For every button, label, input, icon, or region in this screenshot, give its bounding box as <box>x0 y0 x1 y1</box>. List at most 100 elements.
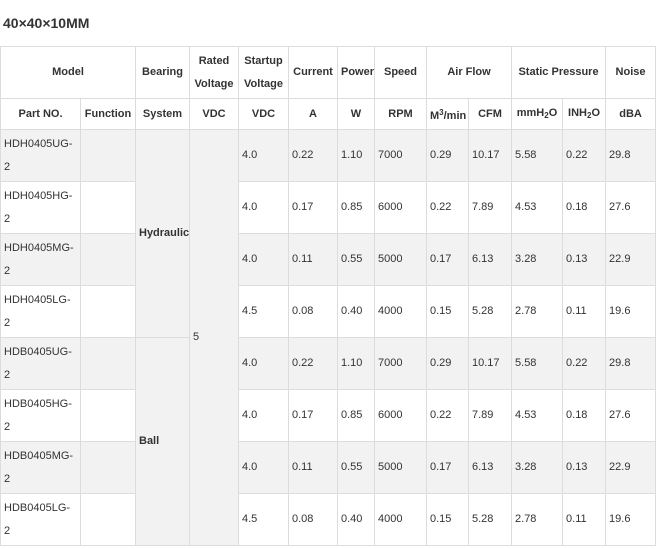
table-row: HDB0405HG- 2 4.0 0.17 0.85 6000 0.22 7.89… <box>0 389 657 442</box>
spec-table: Model Bearing Rated Voltage Startup Volt… <box>0 46 657 546</box>
header-bearing: Bearing <box>135 46 190 99</box>
table-row: HDB0405MG- 2 4.0 0.11 0.55 5000 0.17 6.13… <box>0 441 657 494</box>
cell-airflow-cfm: 6.13 <box>467 233 513 286</box>
header-power: Power <box>337 46 375 99</box>
cell-function <box>80 441 136 494</box>
cell-airflow-m3min: 0.29 <box>426 337 469 390</box>
cell-pressure-mmh2o: 2.78 <box>511 493 564 546</box>
cell-noise: 22.9 <box>605 441 657 494</box>
header-rated-voltage-line1: Rated <box>198 54 230 67</box>
table-row: HDH0405LG- 2 4.5 0.08 0.40 4000 0.15 5.28… <box>0 285 657 338</box>
header-static-pressure: Static Pressure <box>511 46 607 99</box>
cell-speed: 5000 <box>374 233 427 286</box>
cell-startup-voltage: 4.0 <box>238 233 289 286</box>
cell-noise: 19.6 <box>605 285 657 338</box>
table-row: HDH0405MG- 2 4.0 0.11 0.55 5000 0.17 6.13… <box>0 233 657 286</box>
cell-speed: 5000 <box>374 441 427 494</box>
cell-speed: 6000 <box>374 181 427 234</box>
cell-part-no: HDH0405HG- 2 <box>0 181 81 234</box>
cell-current: 0.08 <box>288 493 338 546</box>
header-row-units: Part NO. Function System VDC VDC A W RPM… <box>0 98 657 130</box>
cell-airflow-cfm: 7.89 <box>467 389 513 442</box>
cell-airflow-m3min: 0.17 <box>426 233 469 286</box>
header-air-flow: Air Flow <box>425 46 513 99</box>
header-rated-voltage: Rated Voltage <box>189 46 239 99</box>
header-current: Current <box>288 46 338 99</box>
cell-airflow-cfm: 6.13 <box>467 441 513 494</box>
header-unit-m3min: M3/min <box>426 98 469 130</box>
cell-startup-voltage: 4.0 <box>238 441 289 494</box>
cell-startup-voltage: 4.0 <box>238 129 289 182</box>
cell-speed: 6000 <box>374 389 427 442</box>
cell-startup-voltage: 4.0 <box>238 181 289 234</box>
header-speed: Speed <box>374 46 427 99</box>
header-unit-inh2o: INH2O <box>562 98 607 130</box>
header-function: Function <box>80 98 136 130</box>
cell-part-no: HDB0405MG- 2 <box>0 441 81 494</box>
table-row: HDH0405UG- 2 Hydraulic 5 4.0 0.22 1.10 70… <box>0 129 657 546</box>
table-row: HDB0405UG- 2 Ball 4.0 0.22 1.10 7000 0.29… <box>0 337 657 546</box>
cell-function <box>80 233 136 286</box>
cell-current: 0.17 <box>288 389 338 442</box>
cell-part-no: HDH0405UG- 2 <box>0 129 81 182</box>
cell-power: 0.40 <box>337 285 375 338</box>
cell-power: 1.10 <box>337 129 375 182</box>
table-row: HDH0405HG- 2 4.0 0.17 0.85 6000 0.22 7.89… <box>0 181 657 234</box>
cell-airflow-m3min: 0.29 <box>426 129 469 182</box>
cell-current: 0.22 <box>288 337 338 390</box>
cell-function <box>80 285 136 338</box>
cell-airflow-cfm: 10.17 <box>467 337 513 390</box>
header-startup-voltage: Startup Voltage <box>238 46 289 99</box>
header-unit-vdc-startup: VDC <box>238 98 289 130</box>
cell-noise: 29.8 <box>605 129 657 182</box>
header-unit-mmh2o: mmH2O <box>511 98 564 130</box>
cell-pressure-inh2o: 0.13 <box>562 233 607 286</box>
cell-pressure-inh2o: 0.11 <box>562 285 607 338</box>
cell-airflow-cfm: 5.28 <box>467 493 513 546</box>
cell-function <box>80 129 136 182</box>
cell-noise: 19.6 <box>605 493 657 546</box>
cell-current: 0.11 <box>288 233 338 286</box>
cell-function <box>80 181 136 234</box>
cell-pressure-inh2o: 0.11 <box>562 493 607 546</box>
header-unit-vdc-rated: VDC <box>189 98 239 130</box>
cell-speed: 7000 <box>374 129 427 182</box>
header-startup-voltage-line2: Voltage <box>244 77 283 90</box>
cell-rated-voltage: 5 <box>189 129 239 546</box>
cell-airflow-m3min: 0.22 <box>426 181 469 234</box>
header-unit-cfm: CFM <box>467 98 513 130</box>
cell-pressure-mmh2o: 5.58 <box>511 337 564 390</box>
cell-pressure-mmh2o: 3.28 <box>511 441 564 494</box>
cell-function <box>80 493 136 546</box>
cell-noise: 29.8 <box>605 337 657 390</box>
header-model: Model <box>0 46 136 99</box>
cell-startup-voltage: 4.5 <box>238 285 289 338</box>
header-noise: Noise <box>605 46 657 99</box>
cell-startup-voltage: 4.0 <box>238 337 289 390</box>
cell-pressure-mmh2o: 2.78 <box>511 285 564 338</box>
cell-power: 0.85 <box>337 389 375 442</box>
cell-noise: 27.6 <box>605 181 657 234</box>
header-unit-w: W <box>337 98 375 130</box>
cell-bearing-hydraulic: Hydraulic <box>135 129 190 338</box>
cell-part-no: HDB0405HG- 2 <box>0 389 81 442</box>
cell-function <box>80 337 136 390</box>
page-title: 40×40×10MM <box>3 15 90 31</box>
cell-part-no: HDH0405LG- 2 <box>0 285 81 338</box>
header-unit-a: A <box>288 98 338 130</box>
header-system: System <box>135 98 190 130</box>
table-row: HDB0405LG- 2 4.5 0.08 0.40 4000 0.15 5.28… <box>0 493 657 546</box>
cell-bearing-ball: Ball <box>135 337 190 546</box>
cell-speed: 4000 <box>374 285 427 338</box>
cell-airflow-m3min: 0.15 <box>426 493 469 546</box>
cell-pressure-mmh2o: 4.53 <box>511 389 564 442</box>
cell-speed: 7000 <box>374 337 427 390</box>
cell-airflow-cfm: 7.89 <box>467 181 513 234</box>
header-unit-rpm: RPM <box>374 98 427 130</box>
cell-pressure-inh2o: 0.18 <box>562 389 607 442</box>
cell-power: 0.40 <box>337 493 375 546</box>
cell-pressure-mmh2o: 4.53 <box>511 181 564 234</box>
cell-power: 0.55 <box>337 233 375 286</box>
cell-power: 0.85 <box>337 181 375 234</box>
cell-current: 0.08 <box>288 285 338 338</box>
